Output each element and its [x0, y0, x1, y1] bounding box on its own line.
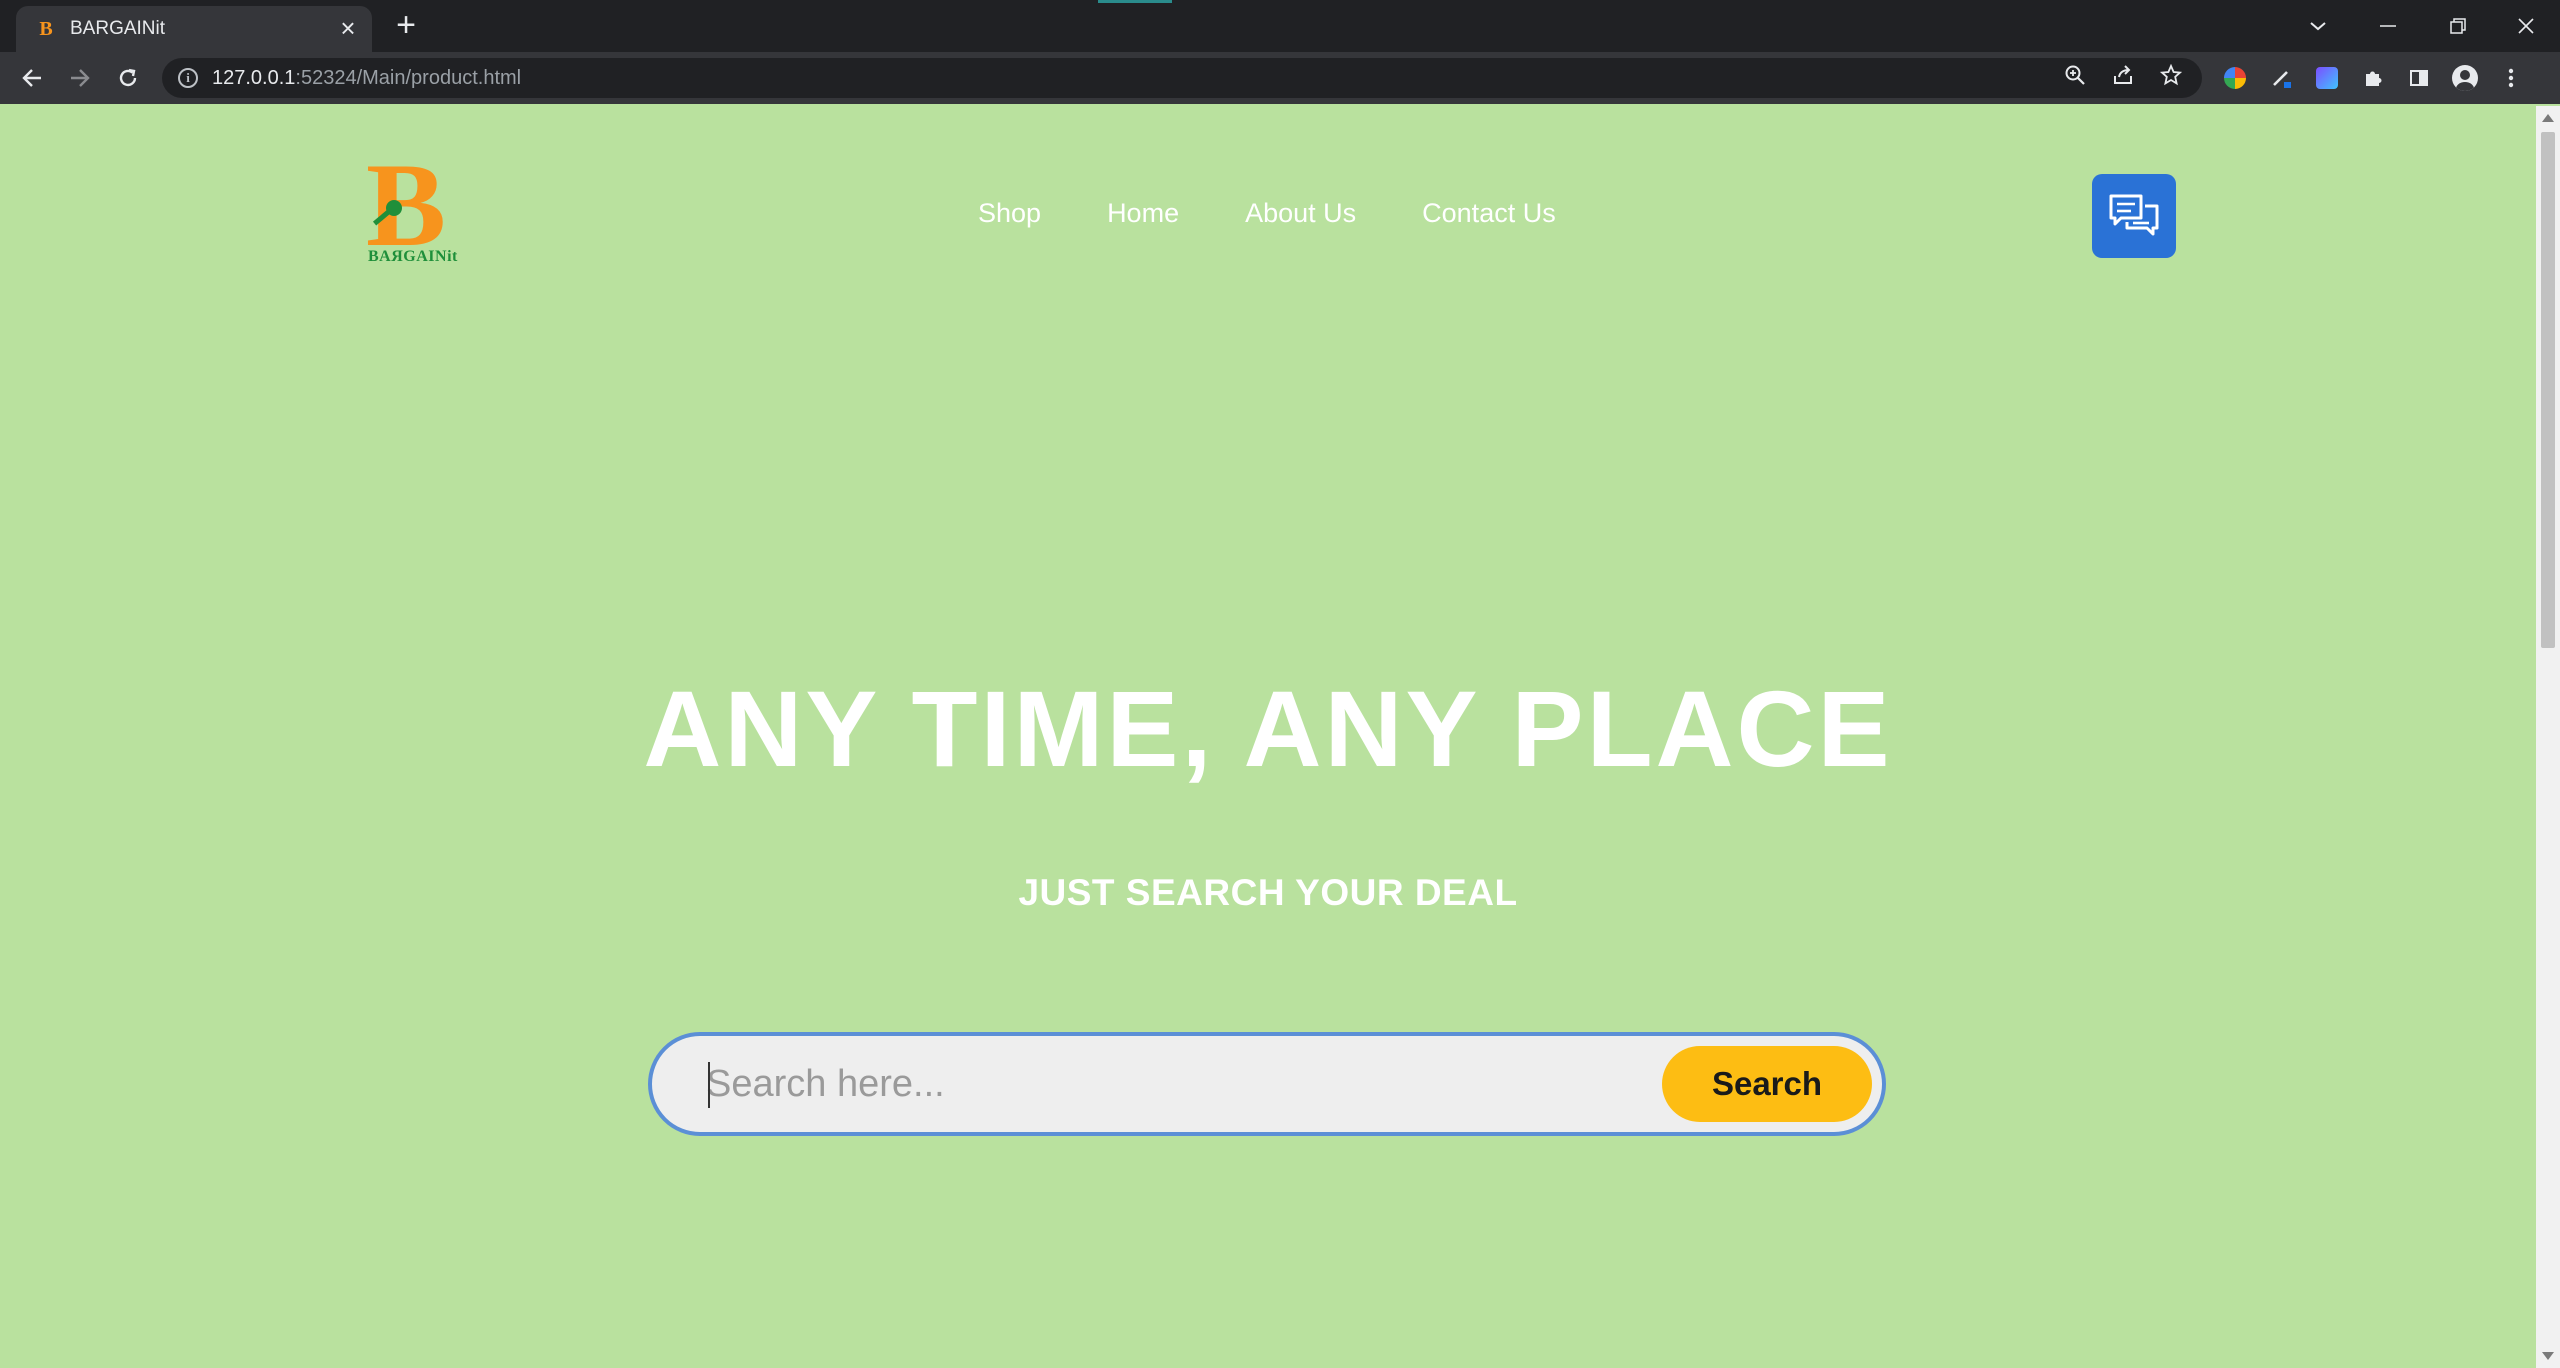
close-window-icon[interactable]: [2506, 8, 2546, 44]
restore-icon[interactable]: [2438, 8, 2478, 44]
main-nav: Shop Home About Us Contact Us: [978, 198, 1556, 229]
nav-contact-us[interactable]: Contact Us: [1422, 198, 1556, 229]
back-icon[interactable]: [14, 60, 50, 96]
hero-subtitle: JUST SEARCH YOUR DEAL: [1018, 872, 1518, 913]
logo-letter: B: [366, 138, 446, 271]
gradient-extension-icon[interactable]: [2314, 65, 2340, 91]
reload-icon[interactable]: [110, 60, 146, 96]
more-menu-icon[interactable]: [2498, 65, 2524, 91]
search-button[interactable]: Search: [1662, 1046, 1872, 1122]
text-caret: [708, 1062, 710, 1108]
browser-toolbar: i 127.0.0.1:52324/Main/product.html: [0, 52, 2560, 104]
bookmark-star-icon[interactable]: [2159, 63, 2183, 92]
logo-dot: [386, 200, 402, 216]
minimize-icon[interactable]: [2368, 8, 2408, 44]
nav-home[interactable]: Home: [1107, 198, 1179, 229]
page-content: B BAЯGAINit Shop Home About Us Contact U…: [0, 106, 2536, 1368]
bargainit-logo[interactable]: B BAЯGAINit: [366, 145, 458, 278]
page-scrollbar[interactable]: [2536, 106, 2560, 1368]
tab-strip-accent: [1098, 0, 1172, 3]
scroll-up-icon[interactable]: [2542, 114, 2554, 122]
address-bar[interactable]: i 127.0.0.1:52324/Main/product.html: [162, 58, 2202, 98]
browser-tab-bar: B BARGAINit × +: [0, 0, 2560, 52]
new-tab-icon[interactable]: +: [390, 8, 422, 42]
tab-search-icon[interactable]: [2298, 8, 2338, 44]
pen-extension-icon[interactable]: [2268, 65, 2294, 91]
url-text: 127.0.0.1:52324/Main/product.html: [212, 66, 522, 89]
color-picker-extension-icon[interactable]: [2222, 65, 2248, 91]
logo-text: BAЯGAINit: [368, 248, 458, 265]
favicon-icon: B: [39, 17, 53, 40]
scroll-down-icon[interactable]: [2542, 1352, 2554, 1360]
nav-shop[interactable]: Shop: [978, 198, 1041, 229]
forward-icon[interactable]: [62, 60, 98, 96]
chat-bubbles-icon: [2109, 194, 2159, 236]
search-input[interactable]: [706, 1052, 1606, 1116]
site-info-icon[interactable]: i: [178, 68, 198, 88]
tab-title: BARGAINit: [70, 18, 166, 39]
search-bar: Search: [648, 1032, 1886, 1136]
hero-title: ANY TIME, ANY PLACE: [643, 668, 1893, 789]
share-icon[interactable]: [2112, 64, 2134, 92]
close-tab-icon[interactable]: ×: [334, 15, 362, 43]
side-panel-icon[interactable]: [2406, 65, 2432, 91]
profile-avatar-icon[interactable]: [2452, 65, 2478, 91]
scroll-thumb[interactable]: [2541, 132, 2555, 648]
extension-icons: [2222, 60, 2524, 96]
chat-button[interactable]: [2092, 174, 2176, 258]
zoom-icon[interactable]: [2064, 64, 2086, 92]
nav-about-us[interactable]: About Us: [1245, 198, 1356, 229]
puzzle-extensions-icon[interactable]: [2360, 65, 2386, 91]
browser-tab[interactable]: B BARGAINit ×: [16, 6, 372, 52]
